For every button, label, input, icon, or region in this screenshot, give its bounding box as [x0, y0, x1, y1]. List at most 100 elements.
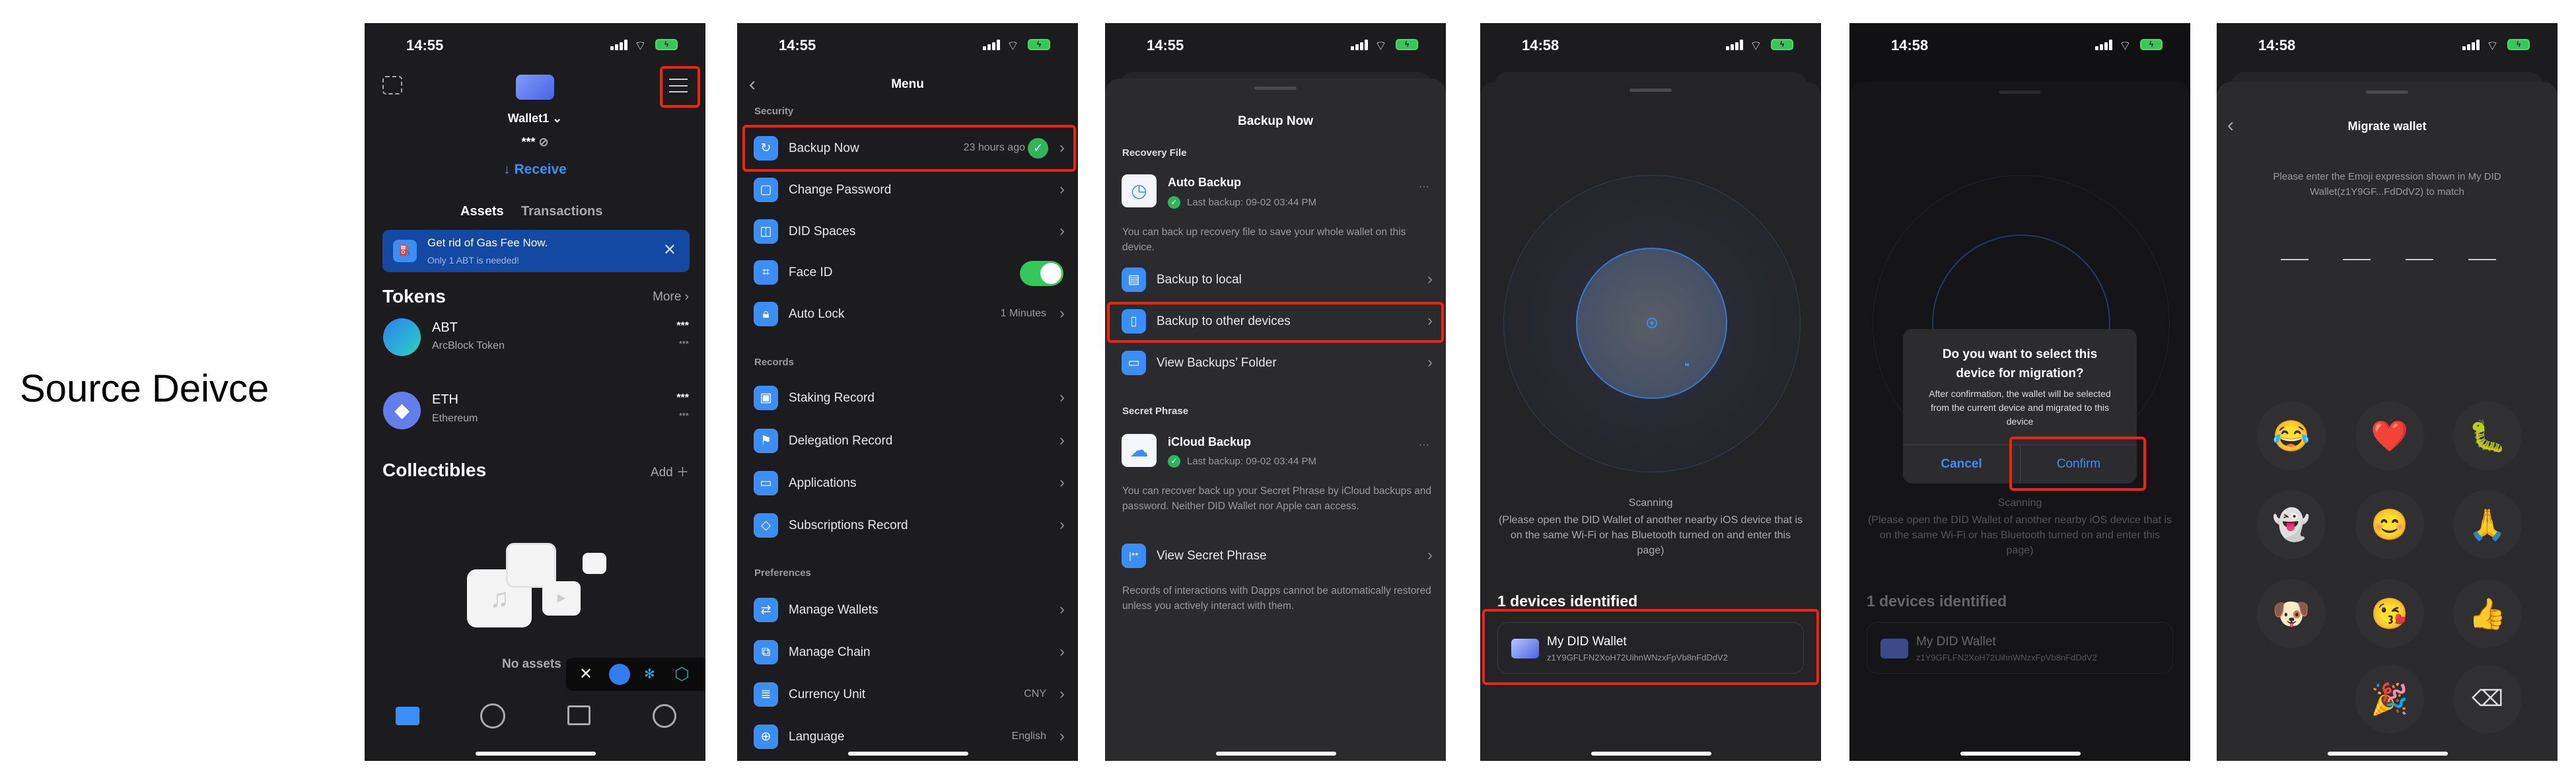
- gas-fee-banner[interactable]: ⛽ Get rid of Gas Fee Now. Only 1 ABT is …: [382, 230, 690, 272]
- scanning-title: Scanning: [1997, 497, 2042, 509]
- menu-item[interactable]: ⧉ Manage Chain ›: [737, 636, 1078, 669]
- wifi-icon: ⌔: [2119, 39, 2131, 53]
- wallet-switcher[interactable]: Wallet1 ⌄: [365, 112, 705, 125]
- status-time: 14:55: [406, 37, 444, 53]
- tab-profile-icon[interactable]: [653, 704, 676, 728]
- app-icon[interactable]: ✻: [644, 666, 655, 682]
- eye-off-icon[interactable]: ⊘: [538, 135, 548, 149]
- menu-item-label: Manage Wallets: [789, 603, 878, 617]
- backspace-icon[interactable]: ⌫: [2453, 664, 2522, 733]
- token-name: Ethereum: [432, 413, 478, 424]
- emoji-key[interactable]: 🙏: [2453, 490, 2522, 559]
- more-options-icon[interactable]: ···: [1419, 439, 1429, 451]
- emoji-key[interactable]: 👍: [2453, 579, 2522, 648]
- tab-explore-icon[interactable]: [480, 703, 505, 729]
- menu-item[interactable]: ▣ Staking Record ›: [737, 382, 1078, 415]
- menu-item[interactable]: ◫ DID Spaces ›: [737, 215, 1078, 248]
- spaces-icon: ◫: [754, 219, 778, 244]
- home-indicator: [1960, 752, 2081, 756]
- menu-item[interactable]: ⊕ Language English ›: [737, 721, 1078, 754]
- token-value: ***: [678, 411, 689, 421]
- emoji-key[interactable]: 🎉: [2355, 664, 2424, 733]
- sheet-grabber[interactable]: [2366, 90, 2408, 94]
- more-options-icon[interactable]: ···: [1419, 181, 1429, 193]
- menu-item[interactable]: 🔒︎ Auto Lock 1 Minutes ›: [737, 298, 1078, 331]
- more-label: More: [653, 290, 682, 304]
- tab-messages-icon[interactable]: [567, 705, 590, 725]
- menu-item[interactable]: ▢ Change Password ›: [737, 174, 1078, 207]
- more-link[interactable]: More ›: [653, 290, 689, 304]
- menu-item[interactable]: ▭ Applications ›: [737, 467, 1078, 500]
- emoji-key[interactable]: 🐶: [2257, 579, 2326, 648]
- did-spaces-app-icon[interactable]: [609, 664, 630, 685]
- wallet-avatar[interactable]: [516, 75, 554, 100]
- emoji-key[interactable]: 😊: [2355, 490, 2424, 559]
- close-icon[interactable]: ✕: [579, 664, 592, 684]
- clock-icon: ◷: [1122, 174, 1157, 207]
- menu-item[interactable]: ⚑ Delegation Record ›: [737, 425, 1078, 458]
- token-row[interactable]: ABT ArcBlock Token *** ***: [365, 318, 705, 357]
- check-icon: ✓: [1168, 196, 1180, 209]
- battery-icon: ϟ: [1396, 39, 1418, 50]
- tab-assets[interactable]: Assets: [460, 204, 504, 219]
- screen-scanning: 14:58 ⌔ ϟ Scanning (Please open the DID …: [1480, 23, 1821, 761]
- backup-to-local-item[interactable]: ▤ Backup to local ›: [1105, 264, 1446, 297]
- gas-icon: ⛽: [393, 240, 417, 262]
- emoji-key[interactable]: 😂: [2257, 402, 2326, 470]
- icloud-backup-title: iCloud Backup: [1168, 435, 1252, 448]
- emoji-key[interactable]: 🐛: [2453, 402, 2522, 470]
- menu-item[interactable]: ⌗ Face ID: [737, 256, 1078, 289]
- signal-icon: [1351, 40, 1368, 50]
- arcblock-app-icon[interactable]: ⬡: [674, 664, 690, 684]
- add-collectible-button[interactable]: Add ＋: [651, 462, 689, 480]
- menu-item[interactable]: ≣ Currency Unit CNY ›: [737, 678, 1078, 711]
- add-label: Add: [650, 466, 673, 480]
- emoji-slot: [2468, 259, 2496, 260]
- tab-wallet-icon[interactable]: [396, 707, 419, 725]
- menu-item[interactable]: ⇄ Manage Wallets ›: [737, 594, 1078, 627]
- auto-backup-status: Last backup: 09-02 03:44 PM: [1187, 197, 1316, 208]
- token-row[interactable]: ◆ ETH Ethereum *** ***: [365, 391, 705, 431]
- page-title: Menu: [891, 77, 924, 91]
- tab-transactions[interactable]: Transactions: [521, 204, 602, 219]
- icloud-backup-card: ☁ iCloud Backup ✓ Last backup: 09-02 03:…: [1105, 434, 1446, 469]
- section-heading: Preferences: [754, 567, 811, 579]
- menu-item[interactable]: ◇ Subscriptions Record ›: [737, 509, 1078, 542]
- status-time: 14:58: [1522, 37, 1559, 53]
- face-id-toggle[interactable]: [1020, 261, 1063, 286]
- empty-label: No assets: [502, 657, 561, 671]
- view-backups-folder-item[interactable]: ▭ View Backups’ Folder ›: [1105, 347, 1446, 380]
- sheet-grabber[interactable]: [1629, 89, 1672, 92]
- scanning-hint: (Please open the DID Wallet of another n…: [1867, 515, 2172, 556]
- emoji-key[interactable]: ❤️: [2355, 402, 2424, 470]
- emoji-key[interactable]: 😘: [2355, 579, 2424, 648]
- menu-item-label: Staking Record: [789, 391, 875, 405]
- status-time: 14:55: [1147, 37, 1184, 53]
- password-icon: |**: [1122, 544, 1146, 568]
- home-indicator: [2328, 752, 2448, 756]
- padlock-icon: 🔒︎: [754, 302, 778, 326]
- highlight-device: [1482, 609, 1819, 685]
- menu-item-label: Auto Lock: [789, 307, 845, 321]
- highlight-menu: [660, 66, 700, 108]
- receive-button[interactable]: ↓ Receive: [365, 162, 705, 178]
- emoji-key[interactable]: 👻: [2257, 490, 2326, 559]
- scan-qr-icon[interactable]: [382, 76, 402, 94]
- receive-label: Receive: [514, 162, 567, 177]
- chevron-right-icon: ›: [1059, 516, 1065, 534]
- sheet-grabber[interactable]: [1254, 87, 1297, 90]
- highlight-backup-other-devices: [1107, 302, 1444, 343]
- close-icon[interactable]: ✕: [663, 240, 676, 260]
- battery-icon: ϟ: [2507, 39, 2530, 50]
- view-secret-phrase-item[interactable]: |** View Secret Phrase ›: [1105, 540, 1446, 573]
- highlight-confirm: [2009, 437, 2146, 491]
- token-symbol: ETH: [432, 392, 458, 407]
- chevron-down-icon: ⌄: [552, 112, 563, 125]
- device-card: My DID Wallet z1Y9GFLFN2XoH72UihnWNzxFpV…: [1867, 622, 2173, 674]
- token-name: ArcBlock Token: [432, 340, 505, 351]
- cancel-button[interactable]: Cancel: [1903, 445, 2020, 483]
- diamond-icon: ◇: [754, 513, 778, 538]
- screen-menu: 14:55 ⌔ ϟ ‹ Menu Security ↻ Backup Now 23…: [737, 23, 1078, 761]
- battery-icon: ϟ: [1771, 39, 1793, 50]
- secret-description: You can recover back up your Secret Phra…: [1122, 485, 1432, 512]
